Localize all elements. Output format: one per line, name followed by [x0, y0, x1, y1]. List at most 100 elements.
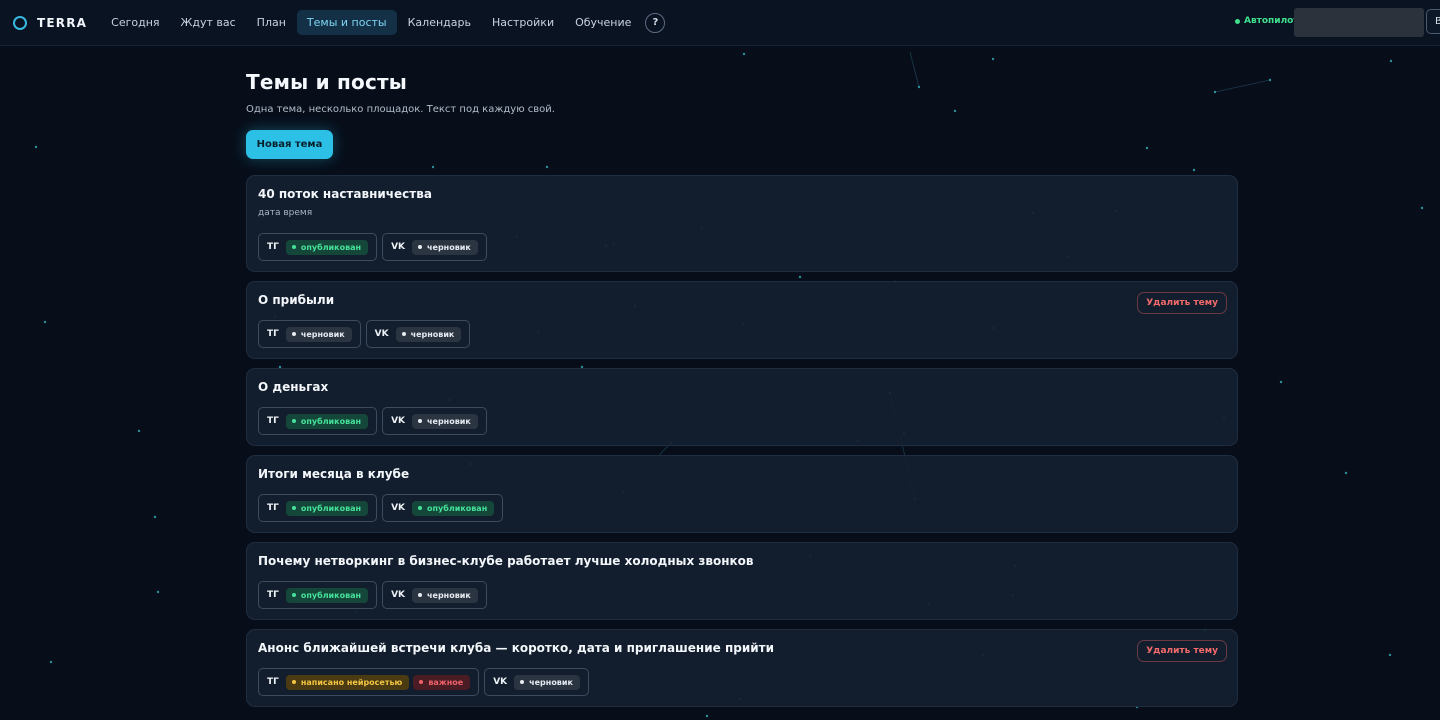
- status-dot-icon: [520, 680, 525, 684]
- platform-name: ТГ: [267, 242, 279, 252]
- platform-chip[interactable]: VK черновик: [365, 320, 471, 348]
- star: [1268, 78, 1272, 82]
- status-badge: черновик: [412, 413, 478, 429]
- platform-chip[interactable]: VK черновик: [382, 233, 487, 261]
- status-label: черновик: [300, 329, 345, 339]
- status-badge: черновик: [285, 326, 352, 342]
- status-label: черновик: [427, 590, 471, 600]
- status-label: черновик: [427, 416, 471, 426]
- status-badge: важное: [413, 674, 471, 690]
- delete-topic-button[interactable]: Удалить тему: [1137, 640, 1227, 662]
- status-badge: черновик: [395, 326, 462, 342]
- star: [43, 320, 47, 324]
- star: [49, 660, 53, 664]
- star: [34, 145, 38, 149]
- header-corner-button[interactable]: В: [1426, 9, 1440, 34]
- status-label: опубликован: [427, 503, 488, 513]
- status-label: черновик: [410, 329, 455, 339]
- status-dot-icon: [291, 245, 296, 249]
- status-label: написано нейросетью: [300, 677, 403, 687]
- platform-chip[interactable]: ТГ написано нейросетью важное: [258, 668, 480, 696]
- topic-title[interactable]: Анонс ближайшей встречи клуба — коротко,…: [258, 641, 1226, 655]
- topic-card[interactable]: 40 поток наставничества дата время ТГ опубл…: [246, 175, 1238, 272]
- status-dot-icon: [291, 332, 296, 336]
- platform-name: ТГ: [267, 590, 279, 600]
- status-dot-icon: [401, 332, 406, 336]
- platform-name: VK: [493, 677, 508, 687]
- platform-chips: ТГ опубликован VK черновик: [258, 581, 1226, 609]
- platform-chips: ТГ опубликован VK черновик: [258, 407, 1226, 435]
- status-dot-icon: [291, 593, 296, 597]
- status-dot-icon: [418, 593, 423, 597]
- autopilot-label: Автопилот: [1244, 16, 1299, 26]
- nav-settings[interactable]: Настройки: [482, 10, 564, 35]
- user-account-area[interactable]: [1294, 8, 1424, 37]
- topic-card[interactable]: Итоги месяца в клубе ТГ опубликован VK опубл…: [246, 455, 1238, 533]
- status-label: черновик: [427, 242, 471, 252]
- status-label: опубликован: [300, 242, 362, 252]
- status-dot-icon: [418, 506, 423, 510]
- topic-card[interactable]: О прибыли Удалить тему ТГ черновик VK чернови…: [246, 281, 1238, 359]
- platform-chips: ТГ написано нейросетью важное VK черновик: [258, 668, 1226, 696]
- star: [153, 515, 157, 519]
- star: [137, 429, 141, 433]
- nav-calendar[interactable]: Календарь: [398, 10, 481, 35]
- star: [1389, 59, 1393, 63]
- status-dot-icon: [418, 419, 423, 423]
- new-topic-button[interactable]: Новая тема: [246, 130, 333, 159]
- status-badge: опубликован: [285, 413, 369, 429]
- topics-list: 40 поток наставничества дата время ТГ опубл…: [246, 175, 1238, 707]
- star: [1279, 380, 1283, 384]
- autopilot-status-dot-icon: [1235, 18, 1240, 24]
- nav-waiting[interactable]: Ждут вас: [171, 10, 246, 35]
- help-button[interactable]: ?: [645, 12, 666, 33]
- status-badge: опубликован: [285, 587, 369, 603]
- nav-topics-posts[interactable]: Темы и посты: [296, 10, 397, 35]
- platform-chip[interactable]: ТГ опубликован: [258, 233, 378, 261]
- status-badge: черновик: [514, 674, 580, 690]
- main-content: Темы и посты Одна тема, несколько площад…: [246, 46, 1238, 716]
- status-label: опубликован: [300, 416, 362, 426]
- platform-name: VK: [391, 590, 406, 600]
- nav-learning[interactable]: Обучение: [565, 10, 641, 35]
- status-dot-icon: [418, 245, 423, 249]
- platform-name: VK: [374, 329, 389, 339]
- topic-title[interactable]: О деньгах: [258, 380, 1226, 394]
- topic-card[interactable]: О деньгах ТГ опубликован VK черновик: [246, 368, 1238, 446]
- logo[interactable]: TERRA: [13, 15, 88, 30]
- status-dot-icon: [291, 680, 296, 684]
- status-badge: опубликован: [285, 239, 369, 255]
- nav-plan[interactable]: План: [247, 10, 296, 35]
- status-dot-icon: [419, 680, 424, 684]
- platform-name: VK: [391, 416, 406, 426]
- logo-text: TERRA: [37, 15, 88, 30]
- status-badge: опубликован: [285, 500, 369, 516]
- status-label: важное: [428, 677, 464, 687]
- platform-chip[interactable]: VK черновик: [484, 668, 589, 696]
- nav-today[interactable]: Сегодня: [101, 10, 169, 35]
- platform-chip[interactable]: VK опубликован: [382, 494, 504, 522]
- page-subtitle: Одна тема, несколько площадок. Текст под…: [246, 104, 555, 115]
- topic-title[interactable]: О прибыли: [258, 293, 1226, 307]
- platform-chips: ТГ черновик VK черновик: [258, 320, 1226, 348]
- topic-card[interactable]: Анонс ближайшей встречи клуба — коротко,…: [246, 629, 1238, 707]
- status-dot-icon: [291, 419, 296, 423]
- platform-chip[interactable]: ТГ опубликован: [258, 407, 378, 435]
- platform-chip[interactable]: VK черновик: [382, 581, 487, 609]
- star: [1420, 206, 1424, 210]
- delete-topic-button[interactable]: Удалить тему: [1137, 292, 1227, 314]
- status-dot-icon: [291, 506, 296, 510]
- topic-title[interactable]: Итоги месяца в клубе: [258, 467, 1226, 481]
- topic-title[interactable]: 40 поток наставничества: [258, 187, 1226, 201]
- star: [1388, 653, 1392, 657]
- autopilot-status[interactable]: Автопилот: [1235, 16, 1299, 26]
- platform-chip[interactable]: ТГ опубликован: [258, 494, 378, 522]
- platform-chip[interactable]: VK черновик: [382, 407, 487, 435]
- logo-ring-icon: [13, 15, 27, 30]
- platform-chip[interactable]: ТГ черновик: [258, 320, 361, 348]
- topic-title[interactable]: Почему нетворкинг в бизнес-клубе работае…: [258, 554, 1226, 568]
- topic-card[interactable]: Почему нетворкинг в бизнес-клубе работае…: [246, 542, 1238, 620]
- status-badge: черновик: [412, 587, 478, 603]
- platform-chips: ТГ опубликован VK черновик: [258, 233, 1226, 261]
- platform-chip[interactable]: ТГ опубликован: [258, 581, 378, 609]
